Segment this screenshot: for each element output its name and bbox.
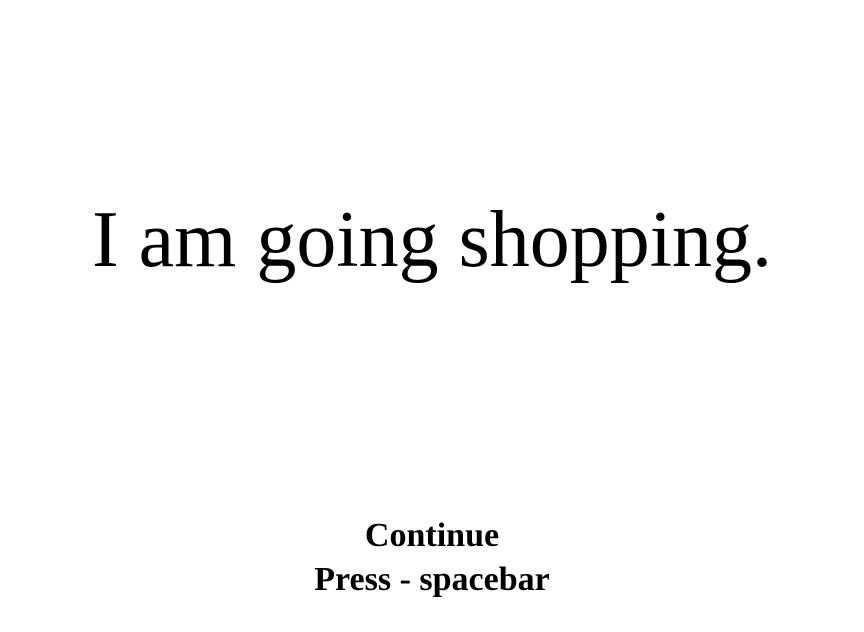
continue-label: Continue: [364, 517, 500, 554]
stimulus-sentence: I am going shopping.: [92, 196, 772, 284]
continue-prompt: Continue Press - spacebar: [0, 514, 864, 602]
press-spacebar-instruction: Press - spacebar: [314, 561, 550, 598]
